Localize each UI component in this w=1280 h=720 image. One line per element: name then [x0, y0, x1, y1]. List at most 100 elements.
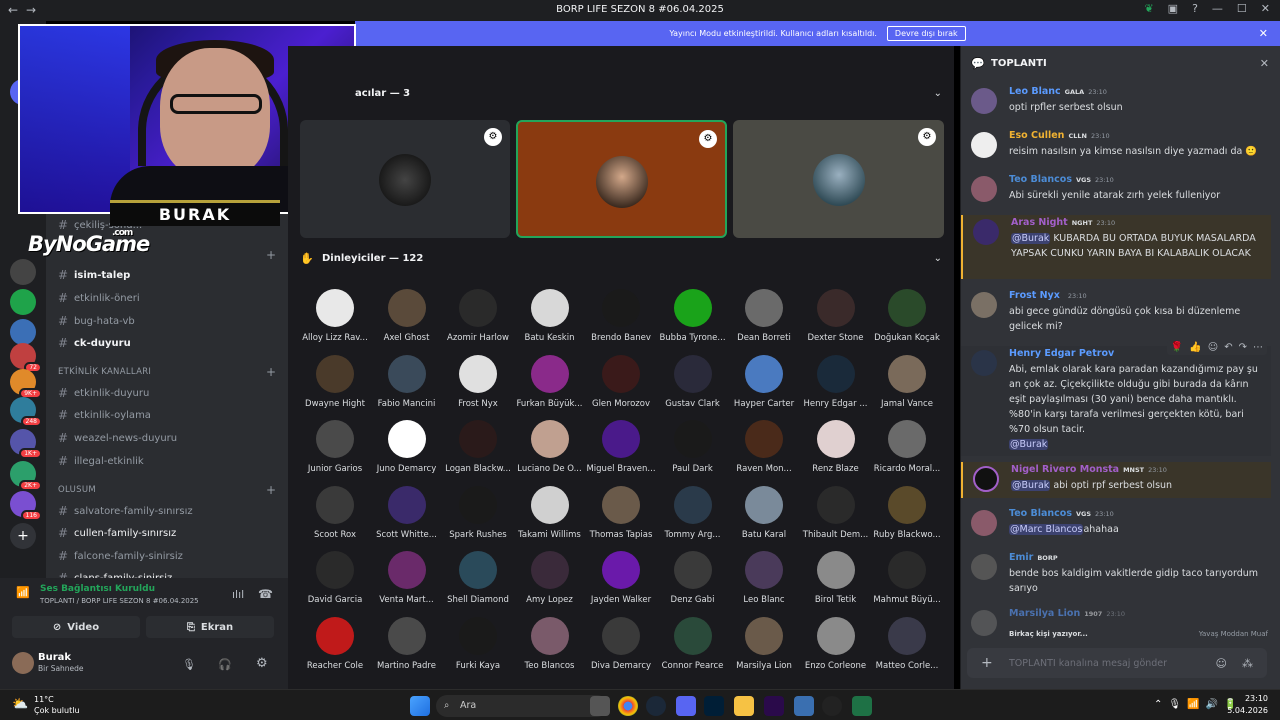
- user-mention[interactable]: @Burak: [1011, 233, 1051, 244]
- chat-message[interactable]: Marsilya Lion 1907 23:10: [961, 606, 1271, 636]
- chat-message-mention[interactable]: Nigel Rivero Monsta MNST 23:10 @Burak abi …: [961, 462, 1271, 498]
- audience-member[interactable]: Luciano De O...: [514, 420, 586, 474]
- server-icon[interactable]: 72: [10, 343, 42, 373]
- channel-isim-talep[interactable]: # isim-talep: [58, 268, 130, 282]
- audience-member[interactable]: Leo Blanc: [728, 551, 800, 605]
- audience-member[interactable]: Matteo Corle...: [871, 616, 943, 671]
- channel-weazel-news[interactable]: # weazel-news-duyuru: [58, 431, 177, 445]
- close-window-button[interactable]: ✕: [1261, 2, 1270, 15]
- speaker-tile[interactable]: ⚙: [300, 120, 510, 238]
- more-icon[interactable]: ⋯: [1253, 342, 1263, 353]
- avatar[interactable]: [971, 554, 997, 580]
- server-icon[interactable]: [10, 259, 36, 285]
- audience-member[interactable]: Shell Diamond: [442, 551, 514, 605]
- speaker-tile[interactable]: ⚙: [733, 120, 944, 238]
- audience-member[interactable]: Raven Mon...: [728, 420, 800, 474]
- audience-member[interactable]: Teo Blancos: [514, 616, 586, 671]
- avatar[interactable]: [971, 510, 997, 536]
- audience-member[interactable]: Venta Mart...: [371, 551, 443, 605]
- audience-member[interactable]: Scoot Rox: [299, 485, 371, 540]
- add-reaction-icon[interactable]: ☺: [1208, 342, 1218, 353]
- avatar[interactable]: [971, 132, 997, 158]
- apps-icon[interactable]: ⁂: [1242, 657, 1253, 670]
- speaker-tile-active[interactable]: ⚙: [516, 120, 727, 238]
- audience-member[interactable]: Alloy Lizz Rav...: [299, 289, 371, 343]
- audience-member[interactable]: Birol Tetik: [800, 551, 872, 605]
- audience-member[interactable]: Enzo Corleone: [800, 616, 872, 671]
- category-olusum[interactable]: OLUSUM: [58, 485, 96, 495]
- screen-share-button[interactable]: ⎘ Ekran: [146, 616, 274, 638]
- audience-member[interactable]: Jayden Walker: [585, 551, 657, 605]
- chevron-down-icon[interactable]: ⌄: [934, 253, 942, 264]
- server-icon[interactable]: 2K+: [10, 461, 42, 491]
- audience-member[interactable]: Hayper Carter: [728, 354, 800, 409]
- server-icon[interactable]: 248: [10, 397, 42, 427]
- category-etkinlik[interactable]: ETKİNLİK KANALLARI: [58, 367, 151, 377]
- speakers-heading[interactable]: acılar — 3: [355, 88, 410, 99]
- audience-member[interactable]: Marsilya Lion: [728, 616, 800, 671]
- voice-status[interactable]: Ses Bağlantısı Kuruldu: [40, 584, 155, 594]
- channel-ck-duyuru[interactable]: # ck-duyuru: [58, 336, 131, 350]
- headphones-icon[interactable]: 🎧: [218, 658, 232, 671]
- audience-member[interactable]: Dean Borreti: [728, 289, 800, 343]
- soundboard-icon[interactable]: ılıl: [232, 588, 244, 601]
- audience-member[interactable]: Frost Nyx: [442, 354, 514, 409]
- taskview-icon[interactable]: [590, 696, 610, 716]
- close-chat-icon[interactable]: ✕: [1260, 57, 1269, 70]
- audience-member[interactable]: Doğukan Koçak: [871, 289, 943, 343]
- chat-message[interactable]: Teo Blancos VGS 23:10 @Marc Blancosahahaa: [961, 506, 1271, 544]
- leaf-icon[interactable]: ❦: [1144, 2, 1153, 15]
- server-icon[interactable]: 1K+: [10, 429, 42, 459]
- avatar[interactable]: [971, 350, 997, 376]
- disconnect-icon[interactable]: ☎: [258, 587, 273, 601]
- audience-member[interactable]: Takami Willims: [514, 485, 586, 540]
- forward-icon[interactable]: ↷: [1239, 342, 1247, 353]
- start-button[interactable]: [410, 696, 430, 716]
- avatar[interactable]: [971, 610, 997, 636]
- audience-heading[interactable]: Dinleyiciler — 122: [322, 253, 423, 264]
- audience-member[interactable]: Scott Whitte...: [371, 485, 443, 540]
- audience-member[interactable]: Gustav Clark: [657, 354, 729, 409]
- audience-member[interactable]: Denz Gabi: [657, 551, 729, 605]
- audience-member[interactable]: Batu Karal: [728, 485, 800, 540]
- steam-icon[interactable]: [646, 696, 666, 716]
- audience-member[interactable]: Reacher Cole: [299, 616, 371, 671]
- chat-message[interactable]: Eso Cullen CLLN 23:10 reisim nasılsın ya k…: [961, 128, 1271, 168]
- avatar[interactable]: [971, 88, 997, 114]
- channel-falcone[interactable]: # falcone-family-sinirsiz: [58, 549, 183, 563]
- channel-cullen[interactable]: # cullen-family-sınırsız: [58, 526, 176, 540]
- audience-member[interactable]: Azomir Harlow: [442, 289, 514, 343]
- channel-bug-hata[interactable]: # bug-hata-vb: [58, 314, 135, 328]
- chat-message-hovered[interactable]: Henry Edgar Petrov Abi, emlak olarak kar…: [961, 340, 1271, 456]
- chat-message[interactable]: Leo Blanc GALA 23:10 opti rpfler serbest o…: [961, 84, 1271, 124]
- audience-member[interactable]: Connor Pearce: [657, 616, 729, 671]
- user-mention[interactable]: @Burak: [1009, 439, 1049, 450]
- minimize-button[interactable]: —: [1212, 2, 1223, 15]
- audience-member[interactable]: Mahmut Büyü...: [871, 551, 943, 605]
- audience-member[interactable]: Batu Keskin: [514, 289, 586, 343]
- avatar[interactable]: [973, 219, 999, 245]
- audience-member[interactable]: Thibault Dem...: [800, 485, 872, 540]
- reply-icon[interactable]: ↶: [1224, 342, 1232, 353]
- user-mention[interactable]: @Marc Blancos: [1009, 524, 1084, 535]
- add-server-button[interactable]: +: [10, 523, 36, 549]
- explorer-icon[interactable]: [734, 696, 754, 716]
- audience-member[interactable]: Juno Demarcy: [371, 420, 443, 474]
- audience-member[interactable]: Junior Garios: [299, 420, 371, 474]
- video-button[interactable]: ⊘ Video: [12, 616, 140, 638]
- audience-member[interactable]: Fabio Mancini: [371, 354, 443, 409]
- inbox-icon[interactable]: ▣: [1168, 2, 1178, 15]
- audience-member[interactable]: Ricardo Moral...: [871, 420, 943, 474]
- add-channel-icon[interactable]: +: [266, 483, 276, 497]
- help-icon[interactable]: ?: [1192, 2, 1198, 15]
- excel-icon[interactable]: [852, 696, 872, 716]
- chat-message[interactable]: Emir BORP bende bos kaldigim vakitlerde g…: [961, 550, 1271, 600]
- avatar[interactable]: [973, 466, 999, 492]
- thumbs-up-icon[interactable]: 👍: [1189, 342, 1201, 353]
- photoshop-icon[interactable]: [704, 696, 724, 716]
- avatar[interactable]: [12, 652, 34, 674]
- voice-channel-path[interactable]: TOPLANTI / BORP LIFE SEZON 8 #06.04.2025: [40, 597, 199, 605]
- maximize-button[interactable]: ☐: [1237, 2, 1247, 15]
- channel-salvatore[interactable]: # salvatore-family-sınırsız: [58, 504, 193, 518]
- audience-member[interactable]: Dwayne Hight: [299, 354, 371, 409]
